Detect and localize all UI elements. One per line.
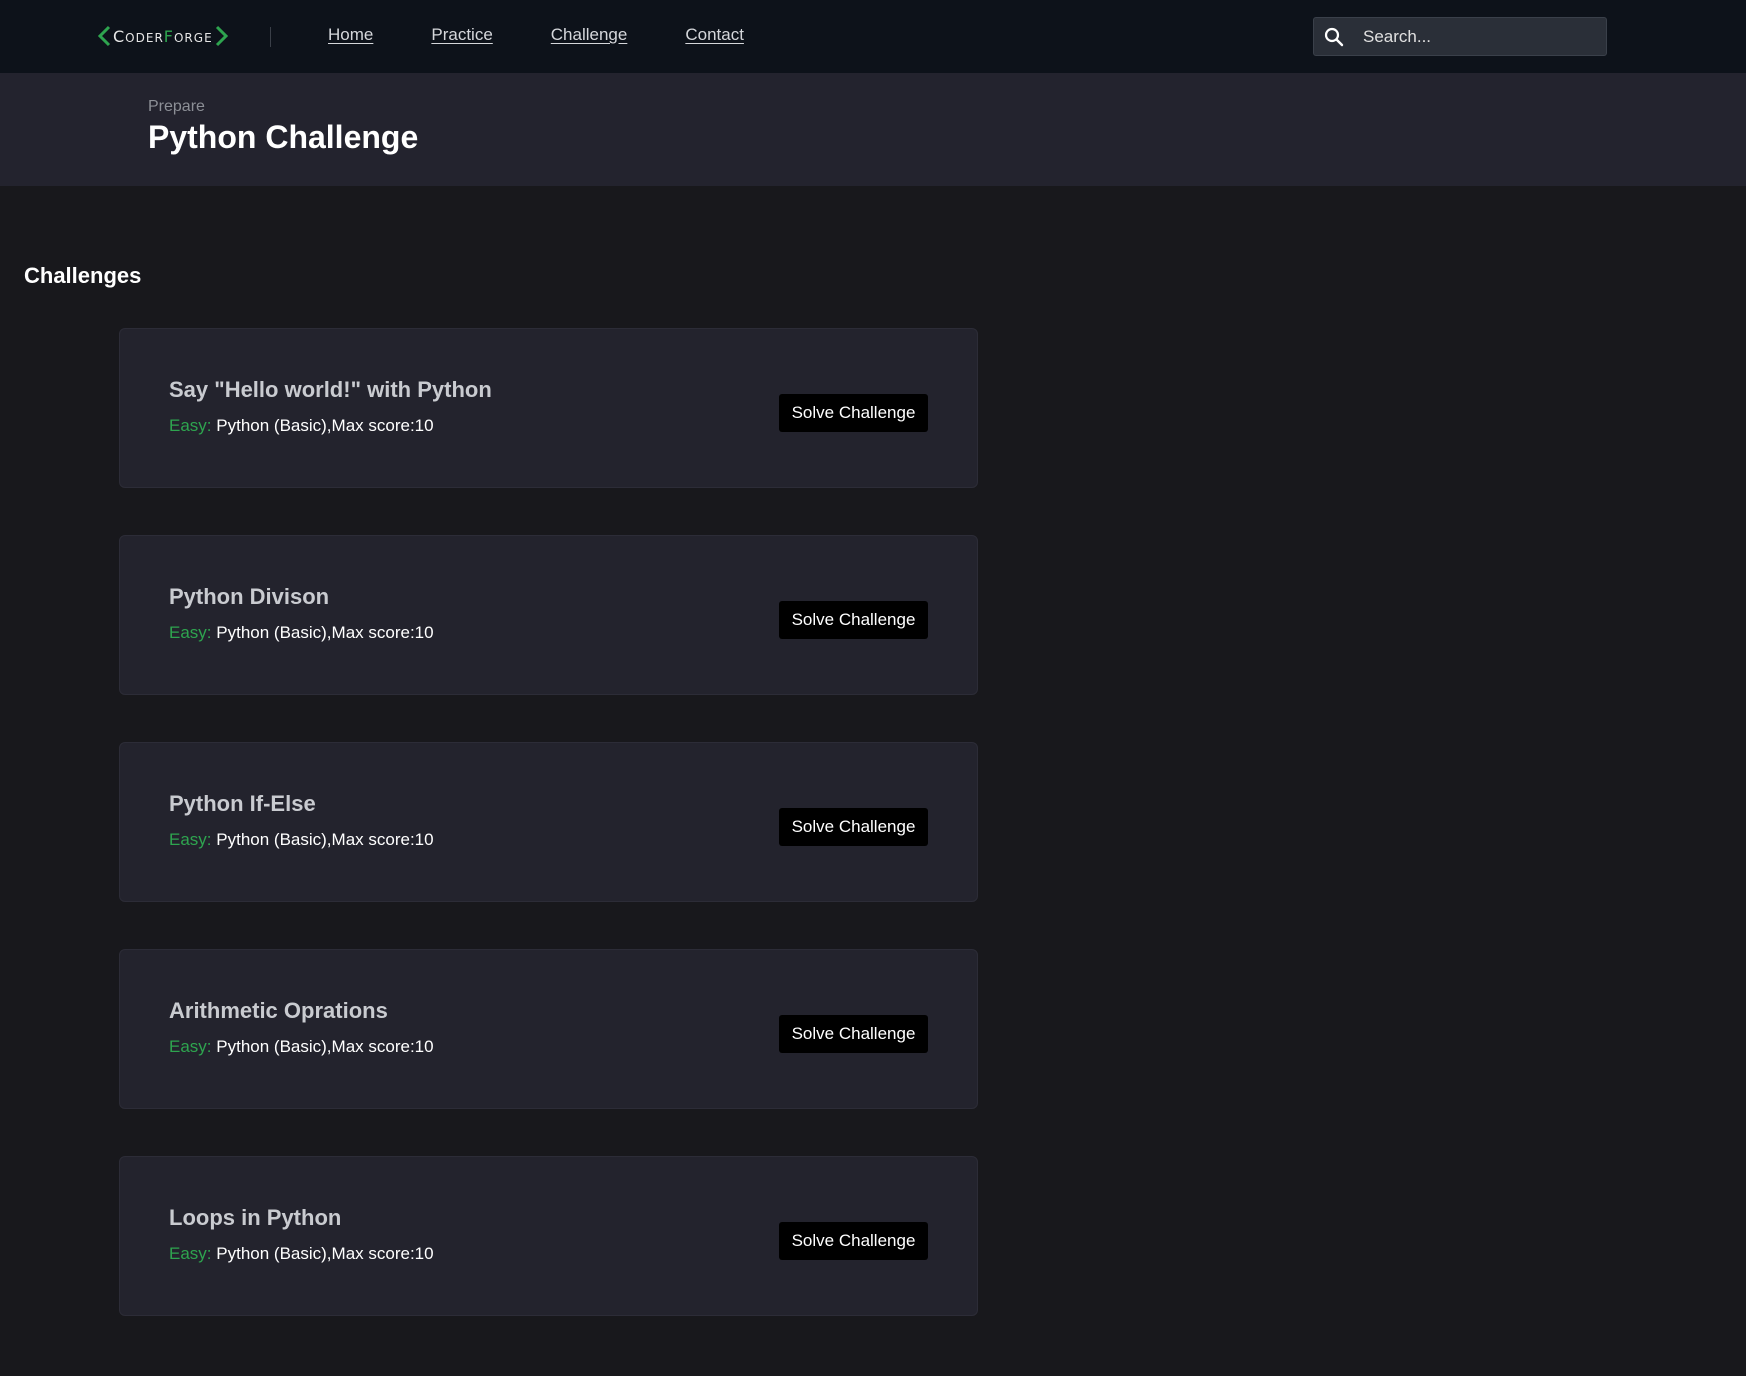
nav-links: Home Practice Challenge Contact bbox=[328, 25, 802, 45]
challenge-title[interactable]: Python Divison bbox=[169, 584, 329, 610]
search-input[interactable] bbox=[1363, 26, 1593, 47]
difficulty-label: Easy: bbox=[169, 830, 212, 849]
challenge-details: Python (Basic),Max score:10 bbox=[216, 830, 434, 849]
difficulty-label: Easy: bbox=[169, 623, 212, 642]
challenge-details: Python (Basic),Max score:10 bbox=[216, 1244, 434, 1263]
challenge-details: Python (Basic),Max score:10 bbox=[216, 1037, 434, 1056]
challenge-card: Python Divison Easy: Python (Basic),Max … bbox=[119, 535, 978, 695]
challenge-title[interactable]: Loops in Python bbox=[169, 1205, 341, 1231]
challenge-details: Python (Basic),Max score:10 bbox=[216, 623, 434, 642]
challenge-title[interactable]: Python If-Else bbox=[169, 791, 316, 817]
nav-link-challenge[interactable]: Challenge bbox=[551, 25, 628, 45]
challenge-meta: Easy: Python (Basic),Max score:10 bbox=[169, 416, 434, 436]
page-title: Python Challenge bbox=[148, 119, 419, 155]
solve-challenge-button[interactable]: Solve Challenge bbox=[779, 1015, 928, 1053]
search-box[interactable] bbox=[1313, 17, 1607, 56]
solve-challenge-button[interactable]: Solve Challenge bbox=[779, 601, 928, 639]
nav-divider bbox=[270, 27, 271, 47]
challenges-heading: Challenges bbox=[24, 263, 142, 288]
logo-text-orge: ORGE bbox=[173, 30, 213, 45]
search-icon[interactable] bbox=[1322, 25, 1346, 49]
logo-text-f: F bbox=[163, 26, 174, 46]
solve-challenge-button[interactable]: Solve Challenge bbox=[779, 394, 928, 432]
challenge-card: Say "Hello world!" with Python Easy: Pyt… bbox=[119, 328, 978, 488]
breadcrumb[interactable]: Prepare bbox=[148, 98, 205, 116]
nav-link-contact[interactable]: Contact bbox=[685, 25, 744, 45]
challenge-title[interactable]: Say "Hello world!" with Python bbox=[169, 377, 492, 403]
challenge-title[interactable]: Arithmetic Oprations bbox=[169, 998, 388, 1024]
chevron-right-icon bbox=[215, 25, 229, 47]
challenge-meta: Easy: Python (Basic),Max score:10 bbox=[169, 1037, 434, 1057]
chevron-left-icon bbox=[97, 25, 111, 47]
page-header: Prepare Python Challenge bbox=[0, 73, 1746, 186]
solve-challenge-button[interactable]: Solve Challenge bbox=[779, 1222, 928, 1260]
challenge-meta: Easy: Python (Basic),Max score:10 bbox=[169, 830, 434, 850]
nav-link-practice[interactable]: Practice bbox=[431, 25, 492, 45]
logo-text: C ODER F ORGE bbox=[113, 27, 213, 46]
challenge-meta: Easy: Python (Basic),Max score:10 bbox=[169, 1244, 434, 1264]
difficulty-label: Easy: bbox=[169, 1037, 212, 1056]
solve-challenge-button[interactable]: Solve Challenge bbox=[779, 808, 928, 846]
coderforge-logo[interactable]: C ODER F ORGE bbox=[97, 22, 229, 50]
difficulty-label: Easy: bbox=[169, 1244, 212, 1263]
challenge-list: Say "Hello world!" with Python Easy: Pyt… bbox=[119, 328, 978, 1363]
top-navbar: C ODER F ORGE Home Practice Challenge Co… bbox=[0, 0, 1746, 73]
logo-text-oder: ODER bbox=[125, 30, 164, 45]
nav-link-home[interactable]: Home bbox=[328, 25, 373, 45]
challenge-card: Python If-Else Easy: Python (Basic),Max … bbox=[119, 742, 978, 902]
logo-text-c: C bbox=[113, 26, 126, 46]
challenge-meta: Easy: Python (Basic),Max score:10 bbox=[169, 623, 434, 643]
difficulty-label: Easy: bbox=[169, 416, 212, 435]
challenge-card: Loops in Python Easy: Python (Basic),Max… bbox=[119, 1156, 978, 1316]
challenge-details: Python (Basic),Max score:10 bbox=[216, 416, 434, 435]
challenge-card: Arithmetic Oprations Easy: Python (Basic… bbox=[119, 949, 978, 1109]
